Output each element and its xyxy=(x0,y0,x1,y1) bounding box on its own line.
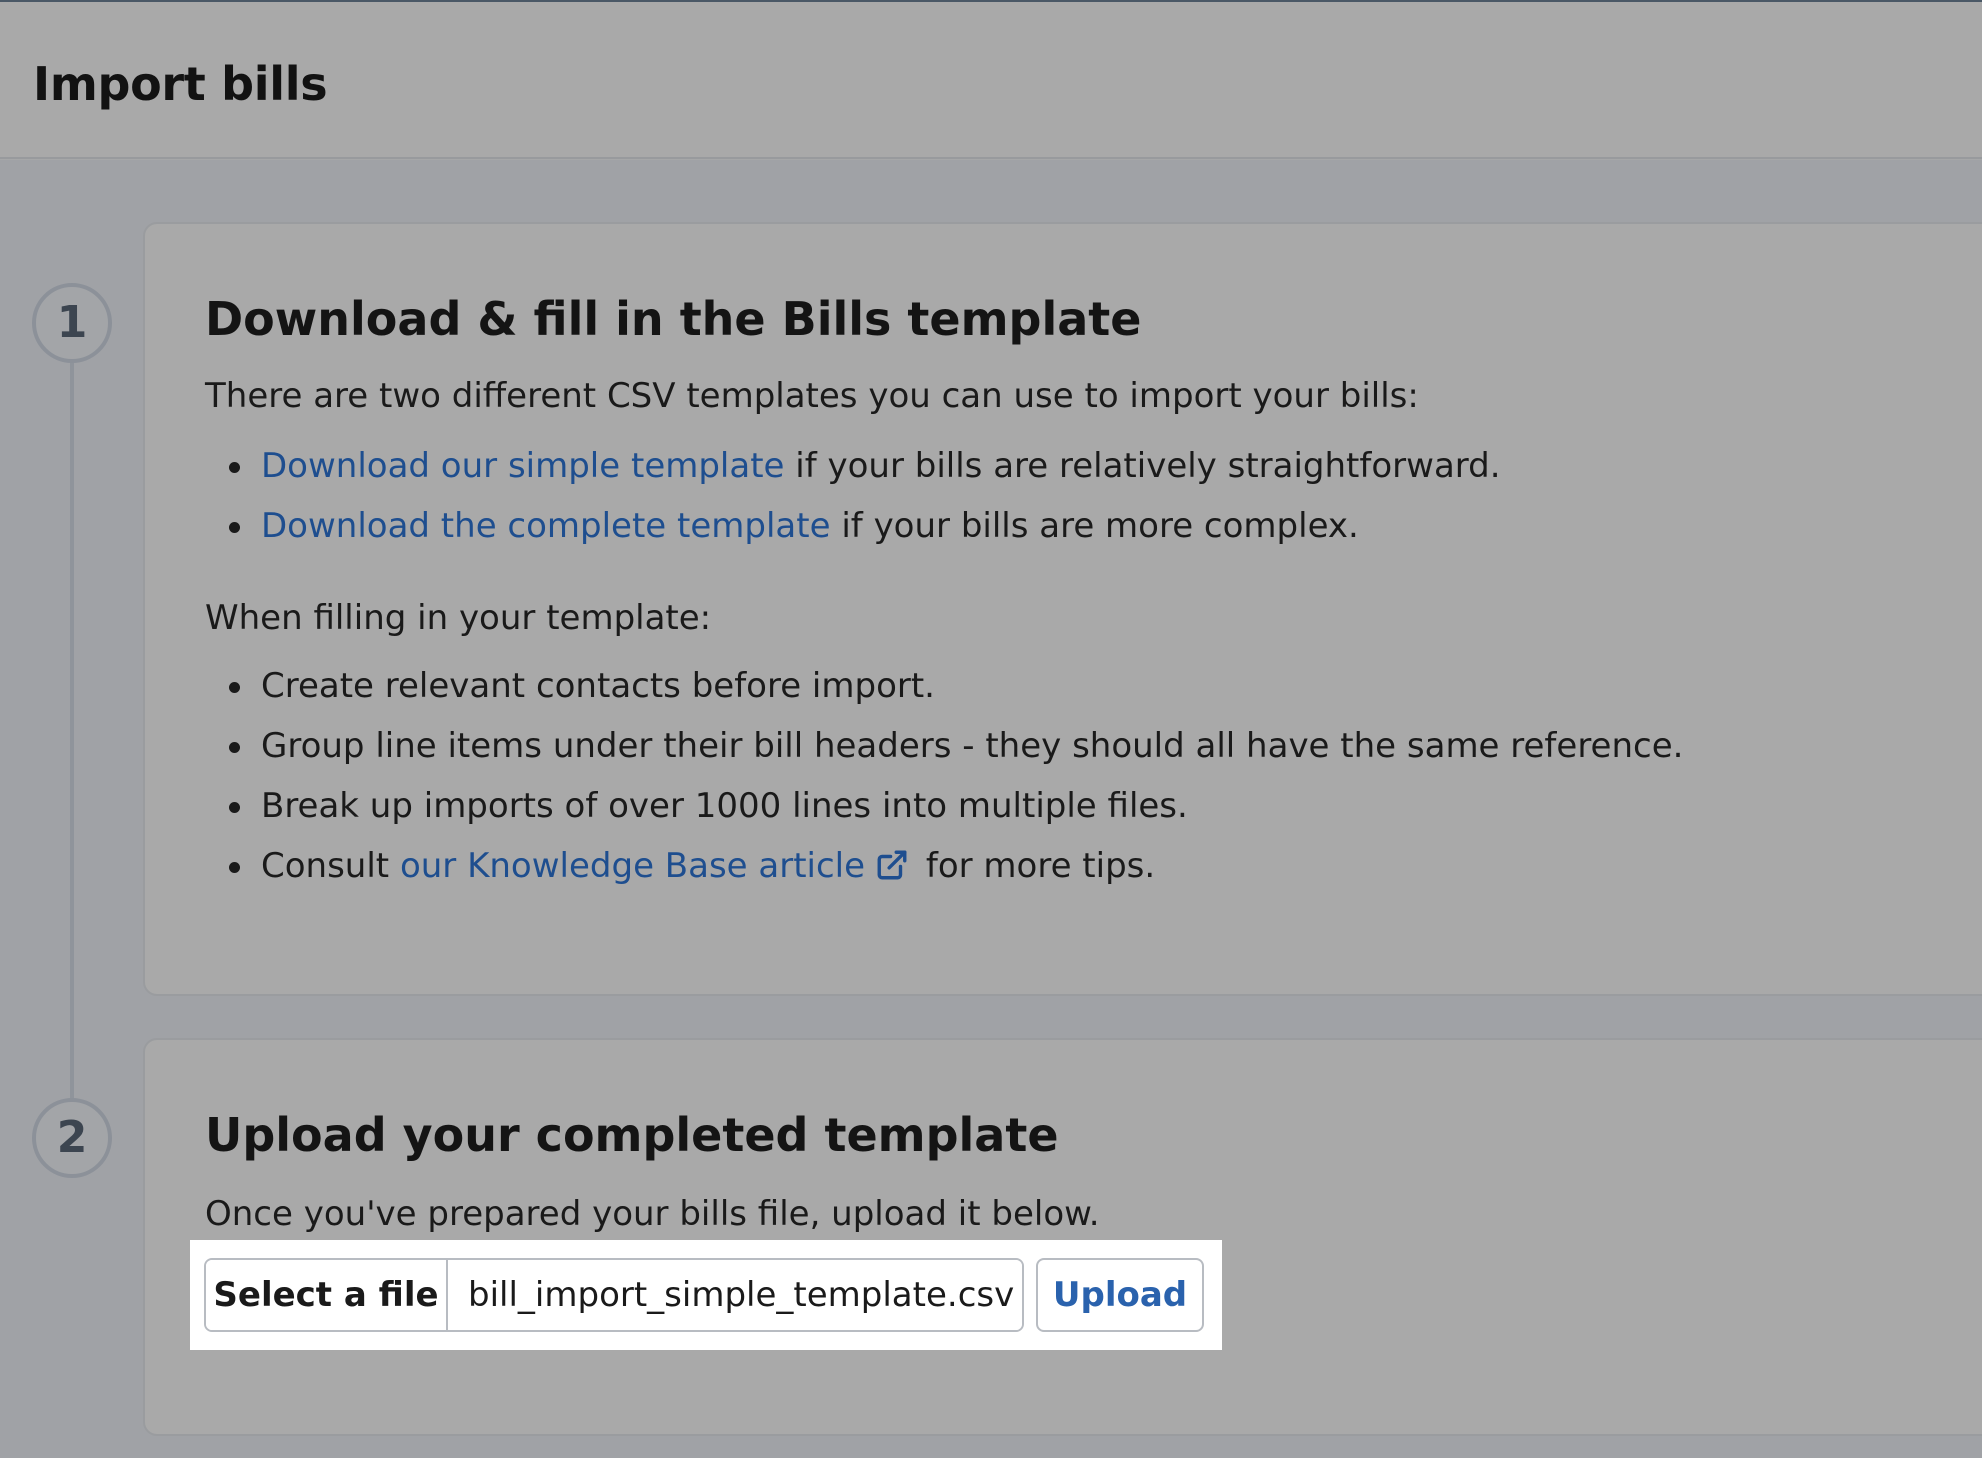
upload-controls: Select a file bill_import_simple_templat… xyxy=(190,1240,1222,1350)
list-item-text: if your bills are more complex. xyxy=(830,506,1359,546)
step-2-indicator: 2 xyxy=(32,1098,112,1178)
filling-intro: When filling in your template: xyxy=(205,598,712,638)
download-simple-template-link[interactable]: Download our simple template xyxy=(261,446,784,486)
template-list: Download our simple template if your bil… xyxy=(205,444,1501,564)
external-link-icon xyxy=(875,848,909,893)
knowledge-base-link-label: our Knowledge Base article xyxy=(399,846,866,886)
upload-description: Once you've prepared your bills file, up… xyxy=(205,1194,1100,1234)
tips-list: Create relevant contacts before import. … xyxy=(205,664,1683,904)
tip-text: Group line items under their bill header… xyxy=(261,726,1684,766)
templates-intro: There are two different CSV templates yo… xyxy=(205,376,1419,416)
tip-text: Create relevant contacts before import. xyxy=(261,666,935,706)
tip-text: Consult xyxy=(261,846,400,886)
select-file-button[interactable]: Select a file xyxy=(206,1260,448,1330)
bullet-dot xyxy=(229,522,240,533)
bullet-dot xyxy=(229,862,240,873)
step-1-title: Download & fill in the Bills template xyxy=(205,292,1142,346)
step-1-card: Download & fill in the Bills template Th… xyxy=(143,222,1982,996)
list-item: Break up imports of over 1000 lines into… xyxy=(205,784,1683,844)
list-item: Group line items under their bill header… xyxy=(205,724,1683,784)
step-2-title: Upload your completed template xyxy=(205,1108,1059,1162)
bullet-dot xyxy=(229,682,240,693)
step-2-card: Upload your completed template Once you'… xyxy=(143,1038,1982,1436)
download-complete-template-link[interactable]: Download the complete template xyxy=(261,506,831,546)
list-item: Create relevant contacts before import. xyxy=(205,664,1683,724)
step-connector-line xyxy=(70,360,74,1100)
page-header: Import bills xyxy=(0,2,1982,159)
list-item: Download our simple template if your bil… xyxy=(205,444,1501,504)
tip-text: for more tips. xyxy=(915,846,1156,886)
list-item-text: if your bills are relatively straightfor… xyxy=(784,446,1501,486)
bullet-dot xyxy=(229,742,240,753)
upload-button[interactable]: Upload xyxy=(1036,1258,1204,1332)
file-input-group: Select a file bill_import_simple_templat… xyxy=(204,1258,1024,1332)
page-title: Import bills xyxy=(33,57,328,111)
list-item: Consult our Knowledge Base article for m… xyxy=(205,844,1683,904)
knowledge-base-article-link[interactable]: our Knowledge Base article xyxy=(400,846,915,886)
bullet-dot xyxy=(229,802,240,813)
tip-text: Break up imports of over 1000 lines into… xyxy=(261,786,1188,826)
step-1-indicator: 1 xyxy=(32,283,112,363)
selected-file-name: bill_import_simple_template.csv xyxy=(448,1260,1022,1330)
list-item: Download the complete template if your b… xyxy=(205,504,1501,564)
bullet-dot xyxy=(229,462,240,473)
